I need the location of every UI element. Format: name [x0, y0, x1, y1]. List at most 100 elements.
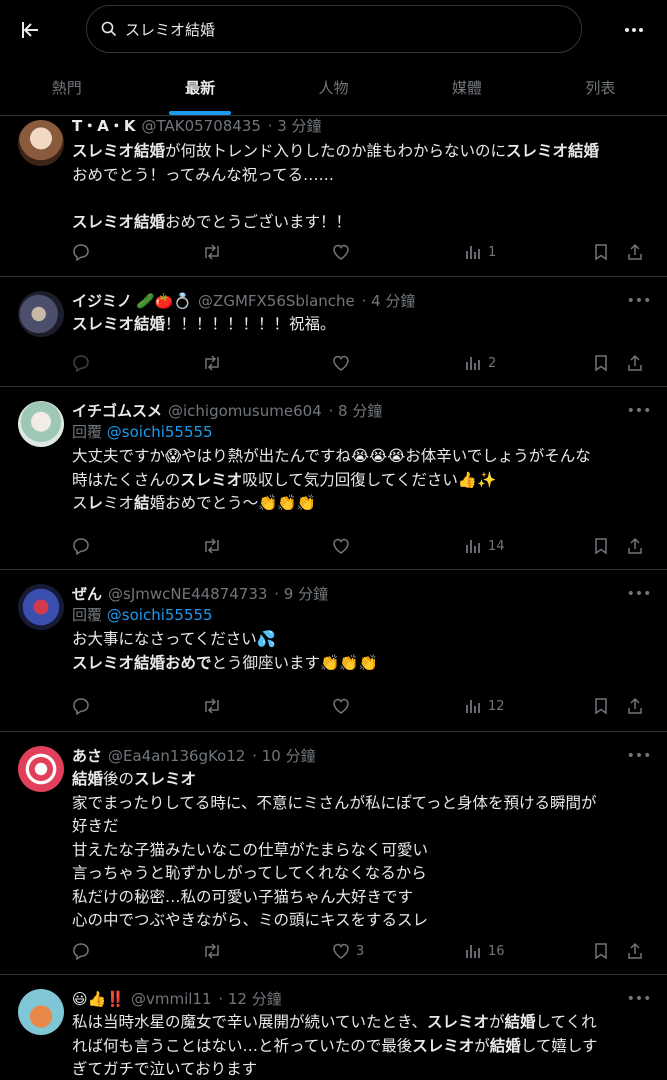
- avatar[interactable]: [18, 401, 64, 447]
- tweet[interactable]: T・A・K @TAK05708435 · 3 分鐘 スレミオ結婚が何故トレンド入り…: [0, 116, 667, 277]
- reply-button[interactable]: [72, 537, 90, 555]
- tweet-time[interactable]: · 9 分鐘: [274, 585, 328, 603]
- views-button[interactable]: 1: [464, 243, 496, 261]
- avatar[interactable]: [18, 120, 64, 166]
- more-icon: [625, 28, 643, 32]
- author-name[interactable]: あさ: [72, 747, 102, 765]
- reply-button[interactable]: [72, 942, 90, 960]
- bookmark-button[interactable]: [593, 354, 609, 372]
- text-run: とう御座います👏👏👏: [211, 653, 378, 672]
- author-handle[interactable]: @sJmwcNE44874733: [108, 585, 267, 603]
- share-button[interactable]: [626, 537, 644, 555]
- tab-lists[interactable]: 列表: [534, 60, 667, 115]
- bookmark-button[interactable]: [593, 697, 609, 715]
- like-button[interactable]: 3: [332, 942, 364, 960]
- reply-handle-link[interactable]: @soichi55555: [107, 423, 213, 441]
- retweet-button[interactable]: [202, 942, 222, 960]
- author-name[interactable]: T・A・K: [72, 117, 135, 135]
- author-handle[interactable]: @TAK05708435: [141, 117, 260, 135]
- tweet[interactable]: ••• イジミノ 🥒🍅💍 @ZGMFX56Sblanche · 4 分鐘 スレミオ結…: [0, 277, 667, 387]
- tweet-text: 私は当時水星の魔女で辛い展開が続いていたとき、スレミオが結婚してくれ れば何も言う…: [72, 1011, 651, 1080]
- views-button[interactable]: 2: [464, 354, 496, 372]
- tweet-text-line: 家でまったりしてる時に、不意にミさんが私にぽてっと身体を預ける瞬間が: [72, 792, 651, 816]
- like-button[interactable]: [332, 697, 356, 715]
- tweet[interactable]: ••• 😃👍‼️ @vmmil11 · 12 分鐘 私は当時水星の魔女で辛い展開が…: [0, 975, 667, 1080]
- more-options-button[interactable]: [618, 14, 650, 46]
- retweet-button[interactable]: [202, 537, 222, 555]
- like-button[interactable]: [332, 537, 356, 555]
- search-icon: [101, 21, 117, 37]
- retweet-icon: [205, 355, 219, 371]
- text-run: 私だけの秘密…私の可愛い子猫ちゃん大好きです: [72, 887, 414, 906]
- text-run: 婚おめでとう〜👏👏👏: [149, 494, 316, 512]
- bookmark-button[interactable]: [593, 243, 609, 261]
- tweet[interactable]: ••• あさ @Ea4an136gKo12 · 10 分鐘 結婚後のスレミオ 家でま…: [0, 732, 667, 975]
- views-button[interactable]: 16: [464, 942, 505, 960]
- author-handle[interactable]: @ZGMFX56Sblanche: [198, 292, 355, 310]
- share-button[interactable]: [626, 354, 644, 372]
- text-run: 後の: [103, 770, 135, 788]
- author-name[interactable]: 😃👍‼️: [72, 990, 125, 1008]
- share-button[interactable]: [626, 697, 644, 715]
- tab-people[interactable]: 人物: [267, 60, 400, 115]
- share-button[interactable]: [626, 243, 644, 261]
- text-run: ぎてガチで泣いております: [72, 1060, 258, 1078]
- like-button[interactable]: [332, 354, 356, 372]
- tab-top[interactable]: 熱門: [0, 60, 133, 115]
- tweet-text-line: 甘えたな子猫みたいなこの仕草がたまらなく可愛い: [72, 839, 651, 863]
- avatar[interactable]: [18, 291, 64, 337]
- avatar[interactable]: [18, 989, 64, 1035]
- reply-handle-link[interactable]: @soichi55555: [107, 606, 213, 624]
- search-input[interactable]: スレミオ結婚: [86, 5, 582, 53]
- retweet-button[interactable]: [202, 354, 222, 372]
- tweet-text-line: 時はたくさんのスレミオ吸収して気力回復してください👍✨: [72, 469, 651, 493]
- views-icon: [466, 357, 480, 370]
- highlight-text: レ: [87, 494, 104, 512]
- views-button[interactable]: 12: [464, 697, 505, 715]
- retweet-icon: [205, 538, 219, 554]
- tweet-time[interactable]: · 3 分鐘: [268, 117, 322, 135]
- reply-button[interactable]: [72, 243, 90, 261]
- tweet[interactable]: ••• ぜん @sJmwcNE44874733 · 9 分鐘 回覆 @soichi…: [0, 570, 667, 732]
- tweet-text-line: 好きだ: [72, 815, 651, 839]
- tweet-time[interactable]: · 12 分鐘: [218, 990, 281, 1008]
- author-name[interactable]: イチゴムスメ: [72, 402, 162, 420]
- tab-latest[interactable]: 最新: [133, 60, 266, 115]
- like-button[interactable]: [332, 243, 356, 261]
- share-icon: [628, 354, 642, 371]
- tweet[interactable]: ••• イチゴムスメ @ichigomusume604 · 8 分鐘 回覆 @so…: [0, 387, 667, 570]
- author-name[interactable]: イジミノ: [72, 292, 132, 310]
- author-handle[interactable]: @Ea4an136gKo12: [108, 747, 245, 765]
- author-handle[interactable]: @vmmil11: [131, 990, 212, 1008]
- reply-button[interactable]: [72, 697, 90, 715]
- views-button[interactable]: 14: [464, 537, 505, 555]
- like-icon: [333, 244, 349, 260]
- back-arrow-icon: [22, 22, 38, 38]
- tab-media[interactable]: 媒體: [400, 60, 533, 115]
- tweet-text: スレミオ結婚！！！！！！！！祝福。: [72, 313, 651, 337]
- highlight-text: スレミオ: [134, 770, 197, 788]
- retweet-button[interactable]: [202, 243, 222, 261]
- tweet-time[interactable]: · 4 分鐘: [362, 292, 416, 310]
- share-icon: [628, 243, 642, 260]
- text-run: が: [488, 1013, 505, 1031]
- tweet-text-line: お大事になさってください💦: [72, 628, 651, 652]
- avatar[interactable]: [18, 746, 64, 792]
- text-run: ミオ: [103, 494, 135, 512]
- tweet-time[interactable]: · 10 分鐘: [252, 747, 315, 765]
- view-count: 2: [488, 355, 497, 371]
- retweet-button[interactable]: [202, 697, 222, 715]
- back-button[interactable]: [14, 14, 46, 46]
- text-run: ！！！！！！！！祝福。: [165, 315, 336, 333]
- bookmark-button[interactable]: [593, 537, 609, 555]
- reply-button[interactable]: [72, 354, 90, 372]
- bookmark-button[interactable]: [593, 942, 609, 960]
- author-name[interactable]: ぜん: [72, 585, 102, 603]
- like-count: 3: [356, 943, 365, 959]
- avatar[interactable]: [18, 584, 64, 630]
- author-handle[interactable]: @ichigomusume604: [168, 402, 322, 420]
- text-run: おめでとう！ってみんな祝ってる……: [72, 165, 334, 184]
- text-run: 大丈夫ですか😱やはり熱が出たんですね😭😭😭お体辛いでしょうがそんな: [72, 447, 591, 465]
- tweet-time[interactable]: · 8 分鐘: [329, 402, 383, 420]
- share-button[interactable]: [626, 942, 644, 960]
